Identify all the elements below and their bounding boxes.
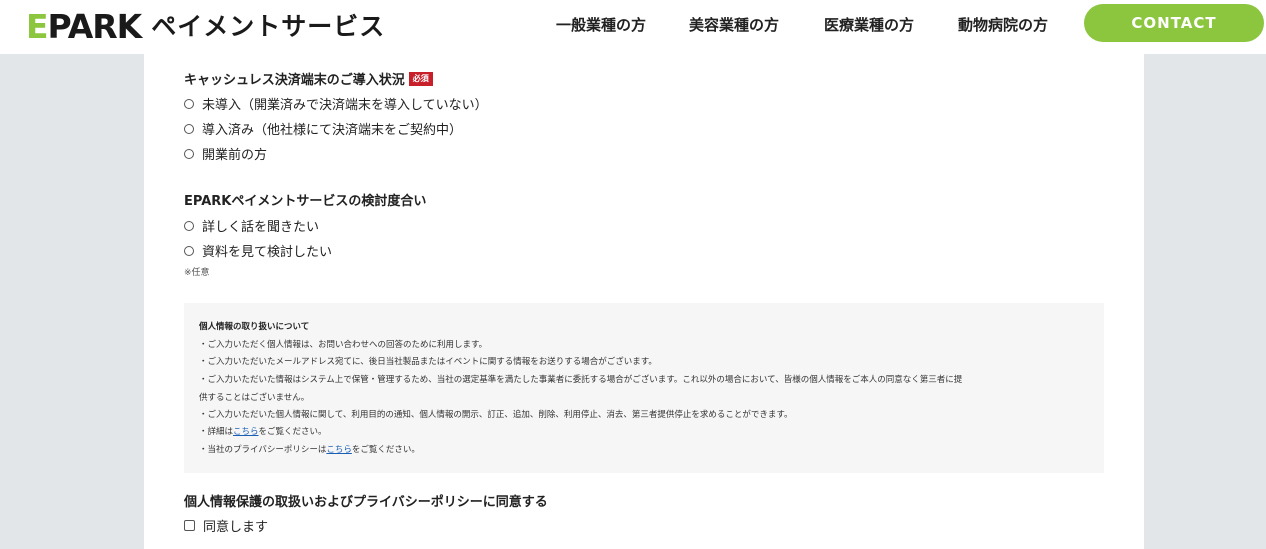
site-header: EPARK ペイメントサービス 一般業種の方 美容業種の方 医療業種の方 動物病… — [0, 0, 1266, 54]
agree-checkbox[interactable] — [184, 520, 195, 531]
q2-option-review-materials[interactable]: 資料を見て検討したい — [184, 241, 332, 260]
nav-veterinary[interactable]: 動物病院の方 — [958, 14, 1048, 35]
logo-mark: EPARK — [26, 7, 142, 46]
privacy-line: ・ご入力いただいた情報はシステム上で保管・管理するため、当社の選定基準を満たした… — [199, 375, 963, 385]
q2-option-hear-details[interactable]: 詳しく話を聞きたい — [184, 216, 319, 235]
q1-option-pre-opening[interactable]: 開業前の方 — [184, 144, 267, 163]
radio-button[interactable] — [184, 245, 194, 256]
consent-checkbox-row[interactable]: 同意します — [184, 516, 268, 535]
radio-button[interactable] — [184, 148, 194, 159]
privacy-title: 個人情報の取り扱いについて — [199, 322, 310, 332]
radio-button[interactable] — [184, 220, 194, 231]
q1-title: キャッシュレス決済端末のご導入状況 必須 — [184, 69, 433, 88]
q2-title: EPARKペイメントサービスの検討度合い — [184, 194, 427, 209]
privacy-line: ・ご入力いただく個人情報は、お問い合わせへの回答のために利用します。 — [199, 340, 488, 350]
epark-logo[interactable]: EPARK ペイメントサービス — [26, 9, 385, 45]
privacy-line: ・ご入力いただいた個人情報に関して、利用目的の通知、個人情報の開示、訂正、追加、… — [199, 410, 793, 420]
radio-button[interactable] — [184, 98, 194, 109]
radio-button[interactable] — [184, 123, 194, 134]
privacy-notice-box: 個人情報の取り扱いについて ・ご入力いただく個人情報は、お問い合わせへの回答のた… — [184, 303, 1104, 473]
nav-medical[interactable]: 医療業種の方 — [824, 14, 914, 35]
form-panel: キャッシュレス決済端末のご導入状況 必須 未導入（開業済みで決済端末を導入してい… — [144, 54, 1144, 549]
privacy-line: 供することはございません。 — [199, 393, 310, 403]
privacy-policy-link[interactable]: こちら — [326, 445, 352, 455]
detail-link[interactable]: こちら — [233, 427, 259, 437]
privacy-line: ・ご入力いただいたメールアドレス宛てに、後日当社製品またはイベントに関する情報を… — [199, 357, 657, 367]
privacy-detail-line: ・詳細はこちらをご覧ください。 — [199, 427, 327, 437]
q1-option-not-installed[interactable]: 未導入（開業済みで決済端末を導入していない） — [184, 94, 488, 113]
contact-button[interactable]: CONTACT — [1084, 4, 1264, 42]
nav-general[interactable]: 一般業種の方 — [556, 14, 646, 35]
consent-title: 個人情報保護の取扱いおよびプライバシーポリシーに同意する — [184, 495, 548, 510]
required-badge: 必須 — [408, 71, 433, 86]
nav-beauty[interactable]: 美容業種の方 — [689, 14, 779, 35]
logo-subtitle: ペイメントサービス — [151, 12, 386, 41]
q1-option-installed[interactable]: 導入済み（他社様にて決済端末をご契約中） — [184, 119, 462, 138]
privacy-policy-line: ・当社のプライバシーポリシーはこちらをご覧ください。 — [199, 445, 420, 455]
optional-note: ※任意 — [184, 268, 210, 278]
